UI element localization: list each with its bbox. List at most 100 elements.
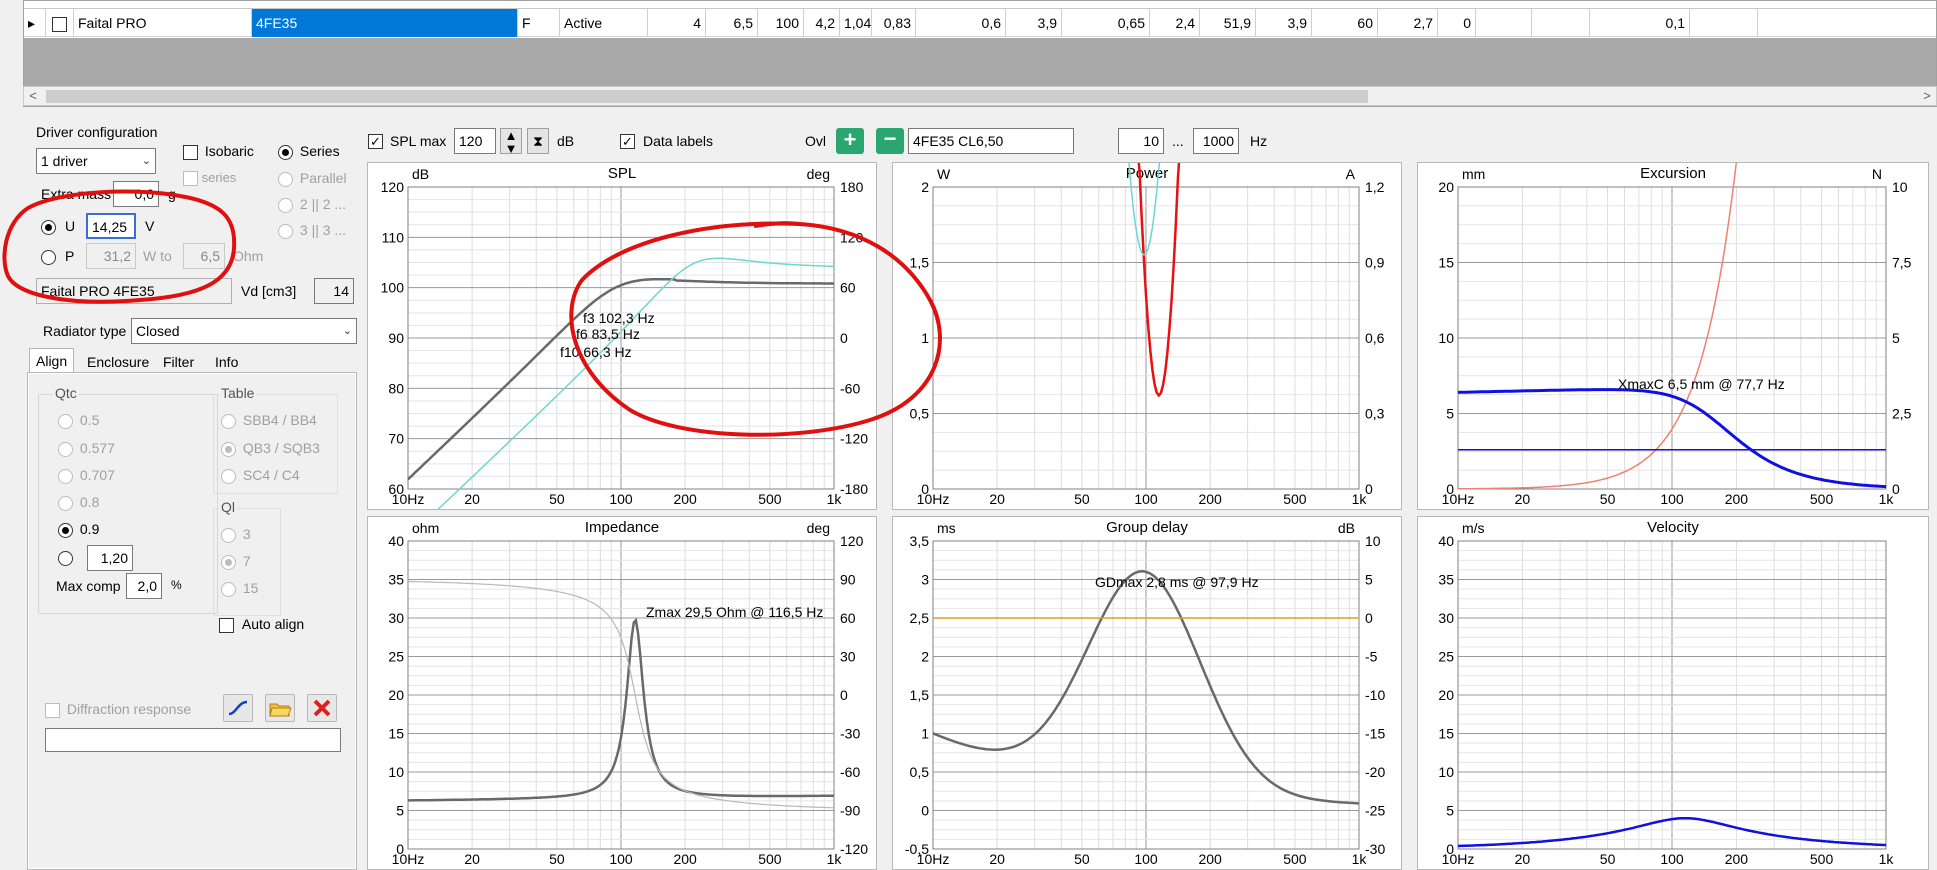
- impedance-chart[interactable]: Impedance 40 35 30 25 20 15 10 5 0 120 90 60 30 0 -30 -6…: [367, 516, 877, 870]
- x-tick-label: 10Hz: [1442, 851, 1475, 867]
- x-tick-label: 50: [1074, 491, 1090, 507]
- y-tick-label: 2: [921, 179, 929, 195]
- ql-option-2[interactable]: 15: [221, 580, 258, 597]
- open-folder-button[interactable]: [265, 694, 295, 722]
- qtc-option-4[interactable]: 0.9: [58, 521, 99, 538]
- max-comp-input[interactable]: 2,0: [126, 573, 162, 599]
- right-unit-label: deg: [807, 166, 830, 182]
- data-labels-checkbox[interactable]: [620, 132, 635, 149]
- freq-to-input[interactable]: 1000: [1193, 128, 1239, 154]
- y-tick-label: 1: [921, 726, 929, 742]
- y2-tick-label: 0: [1365, 610, 1373, 626]
- diffraction-input[interactable]: [45, 728, 341, 752]
- table-cell[interactable]: [1690, 9, 1758, 37]
- table-cell[interactable]: 4,2: [804, 9, 840, 37]
- table-cell[interactable]: 0,65: [1062, 9, 1150, 37]
- tab-enclosure[interactable]: Enclosure: [81, 350, 155, 374]
- qtc-option-0[interactable]: 0.5: [58, 412, 99, 429]
- radiator-type-value: Closed: [136, 323, 180, 339]
- curve-button[interactable]: [223, 694, 253, 722]
- y2-tick-label: -60: [840, 764, 860, 780]
- scroll-left-icon[interactable]: <: [24, 87, 42, 105]
- three-parallel-radio[interactable]: 3 || 3 ...: [278, 222, 346, 239]
- table-cell[interactable]: 1,04: [840, 9, 872, 37]
- ql-option-label: 15: [242, 580, 259, 596]
- spl-max-checkbox[interactable]: [368, 132, 383, 149]
- cell-model[interactable]: 4FE35: [252, 9, 518, 37]
- spin-down-icon[interactable]: ▼: [505, 141, 518, 156]
- table-option-0[interactable]: SBB4 / BB4: [221, 412, 317, 429]
- y-tick-label: 0: [921, 803, 929, 819]
- ql-option-0[interactable]: 3: [221, 526, 251, 543]
- x-tick-label: 20: [1515, 491, 1531, 507]
- group-delay-chart[interactable]: Group delay 3,5 3 2,5 2 1,5 1 0,5 0 -0,5 10 5 0 -5 -10…: [892, 516, 1402, 870]
- delete-button[interactable]: [307, 694, 337, 722]
- table-horizontal-scrollbar[interactable]: < >: [23, 86, 1937, 106]
- tab-filter[interactable]: Filter: [157, 350, 200, 374]
- qtc-custom-input[interactable]: 1,20: [87, 545, 133, 571]
- y-tick-label: 90: [388, 330, 404, 346]
- ql-option-1[interactable]: 7: [221, 553, 251, 570]
- table-cell[interactable]: 4: [648, 9, 706, 37]
- table-cell[interactable]: 3,9: [1006, 9, 1062, 37]
- cell-manufacturer[interactable]: Faital PRO: [74, 9, 252, 37]
- spl-spinner[interactable]: ▲ ▼: [500, 128, 522, 156]
- table-cell[interactable]: 100: [758, 9, 804, 37]
- driver-count-select[interactable]: 1 driver ⌄: [36, 148, 156, 174]
- remove-overlay-button[interactable]: −: [876, 128, 904, 154]
- y-tick-label: 40: [1438, 533, 1454, 549]
- table-cell[interactable]: 2,7: [1378, 9, 1438, 37]
- excursion-chart[interactable]: Excursion 20 15 10 5 0 10 7,5 5 2,5 0 10Hz 20 50 100 20…: [1417, 162, 1929, 510]
- table-cell[interactable]: [1476, 9, 1532, 37]
- table-cell[interactable]: 51,9: [1200, 9, 1256, 37]
- two-parallel-radio[interactable]: 2 || 2 ...: [278, 196, 346, 213]
- db-label: dB: [557, 133, 575, 149]
- table-cell[interactable]: 3,9: [1256, 9, 1312, 37]
- table-option-2[interactable]: SC4 / C4: [221, 467, 300, 484]
- qtc-option-label: 0.577: [79, 440, 115, 456]
- qtc-option-1[interactable]: 0.577: [58, 440, 115, 457]
- y2-tick-label: -5: [1365, 649, 1378, 665]
- series-radio[interactable]: Series: [278, 143, 340, 160]
- y-tick-label: 35: [388, 572, 404, 588]
- auto-align-checkbox[interactable]: Auto align: [219, 616, 304, 633]
- autoscale-button[interactable]: ⧗: [527, 128, 549, 154]
- row-checkbox[interactable]: [46, 9, 74, 37]
- tab-info[interactable]: Info: [209, 350, 244, 374]
- ql-group-title: Ql: [219, 499, 237, 515]
- qtc-option-3[interactable]: 0.8: [58, 494, 99, 511]
- table-cell[interactable]: 2,4: [1150, 9, 1200, 37]
- tab-align[interactable]: Align: [29, 348, 75, 372]
- scroll-thumb[interactable]: [46, 90, 1368, 103]
- diffraction-checkbox[interactable]: Diffraction response: [45, 701, 191, 718]
- cell-type[interactable]: F: [518, 9, 560, 37]
- table-row[interactable]: ▸ Faital PRO 4FE35 F Active 4 6,5 100 4,2 1,…: [24, 9, 1936, 37]
- y2-tick-label: -120: [840, 841, 868, 857]
- x-tick-label: 200: [1198, 491, 1222, 507]
- y2-tick-label: -180: [840, 481, 868, 497]
- row-expand-icon[interactable]: ▸: [24, 9, 46, 37]
- table-cell[interactable]: 0,83: [872, 9, 916, 37]
- cell-status[interactable]: Active: [560, 9, 648, 37]
- x-tick-label: 200: [673, 491, 697, 507]
- isobaric-checkbox[interactable]: Isobaric: [183, 143, 254, 160]
- table-option-1[interactable]: QB3 / SQB3: [221, 440, 320, 457]
- table-cell[interactable]: 0,1: [1590, 9, 1690, 37]
- parallel-radio[interactable]: Parallel: [278, 170, 347, 187]
- table-cell[interactable]: 0: [1438, 9, 1476, 37]
- velocity-chart[interactable]: Velocity 40 35 30 25 20 15 10 5 0 10Hz 20 50 100 200 50…: [1417, 516, 1929, 870]
- add-overlay-button[interactable]: +: [836, 128, 864, 154]
- table-cell[interactable]: [1532, 9, 1590, 37]
- table-cell[interactable]: 60: [1312, 9, 1378, 37]
- spl-max-input[interactable]: 120: [454, 128, 496, 154]
- scroll-right-icon[interactable]: >: [1918, 87, 1936, 105]
- freq-from-input[interactable]: 10: [1118, 128, 1164, 154]
- overlay-curve-input[interactable]: 4FE35 CL6,50: [908, 128, 1074, 154]
- qtc-custom-radio[interactable]: [58, 549, 73, 566]
- power-chart[interactable]: Power 2 1,5 1 0,5 0 1,2 0,9 0,6 0,3 0 10Hz 20 50 100 20…: [892, 162, 1402, 510]
- y-tick-label: 25: [1438, 649, 1454, 665]
- radiator-type-select[interactable]: Closed ⌄: [131, 318, 357, 344]
- table-cell[interactable]: 0,6: [916, 9, 1006, 37]
- table-cell[interactable]: 6,5: [706, 9, 758, 37]
- qtc-option-2[interactable]: 0.707: [58, 467, 115, 484]
